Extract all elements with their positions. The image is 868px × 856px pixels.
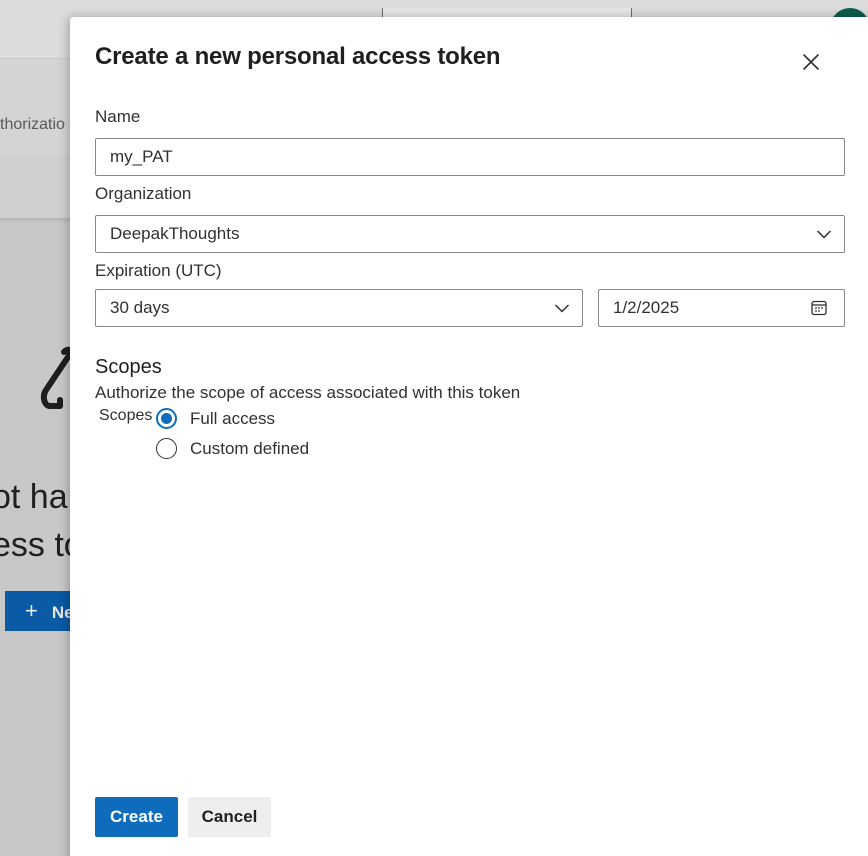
chevron-down-icon <box>554 304 570 313</box>
scopes-description: Authorize the scope of access associated… <box>95 383 521 402</box>
name-label: Name <box>95 107 141 126</box>
radio-button-checked[interactable] <box>156 408 177 429</box>
create-token-dialog: Create a new personal access token Name … <box>70 17 868 856</box>
name-input-value: my_PAT <box>110 147 173 166</box>
organization-dropdown[interactable]: DeepakThoughts <box>95 215 845 253</box>
scopes-group-label: Scopes <box>99 407 153 424</box>
expiration-period-value: 30 days <box>110 298 170 317</box>
plus-icon: + <box>25 598 38 623</box>
expiration-label: Expiration (UTC) <box>95 261 222 280</box>
organization-value: DeepakThoughts <box>110 224 240 243</box>
organization-label: Organization <box>95 184 192 203</box>
empty-state-text: ot ha <box>0 478 68 516</box>
expiration-date-picker[interactable]: 1/2/2025 <box>598 289 845 327</box>
close-button[interactable] <box>798 49 824 75</box>
scope-option-custom-defined[interactable]: Custom defined <box>156 438 309 459</box>
scope-option-full-access[interactable]: Full access <box>156 408 275 429</box>
create-button[interactable]: Create <box>95 797 178 837</box>
expiration-period-dropdown[interactable]: 30 days <box>95 289 583 327</box>
calendar-icon[interactable] <box>810 299 828 317</box>
expiration-date-value: 1/2/2025 <box>613 298 680 317</box>
scope-option-label: Custom defined <box>190 438 310 458</box>
chevron-down-icon <box>816 230 832 239</box>
name-input[interactable]: my_PAT <box>95 138 845 176</box>
radio-button[interactable] <box>156 438 177 459</box>
scope-option-label: Full access <box>190 408 276 428</box>
close-icon <box>803 54 819 70</box>
cancel-button[interactable]: Cancel <box>188 797 271 837</box>
scopes-section-title: Scopes <box>95 356 162 378</box>
background-tab-label: thorizatio <box>0 116 65 133</box>
dialog-title: Create a new personal access token <box>95 43 501 70</box>
